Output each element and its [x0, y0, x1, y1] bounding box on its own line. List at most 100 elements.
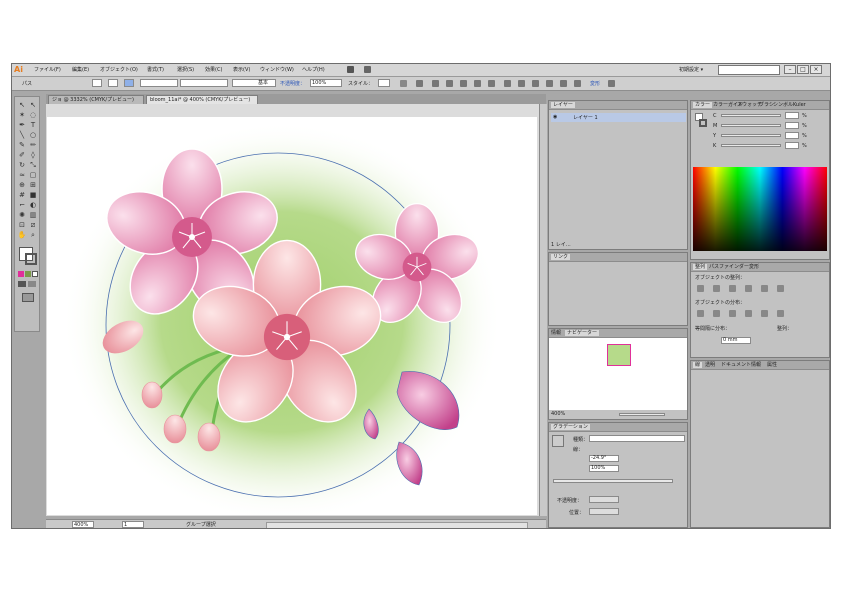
direct-selection-tool-icon[interactable]: ↖ — [28, 101, 38, 110]
bridge-icon[interactable] — [347, 66, 354, 73]
gradient-angle-field[interactable]: -24.9° — [589, 455, 619, 462]
channel-c-field[interactable] — [785, 112, 799, 119]
none-mode-icon[interactable] — [32, 271, 38, 277]
color-mode-icon[interactable] — [18, 271, 24, 277]
align-bottom-icon[interactable] — [488, 80, 495, 87]
gradient-tool-icon[interactable]: ■ — [28, 191, 38, 200]
eyedropper-icon[interactable]: ⌐ — [17, 201, 27, 210]
line-tool-icon[interactable]: ╲ — [17, 131, 27, 140]
color-stroke-icon[interactable] — [699, 119, 707, 127]
menu-file[interactable]: ファイル(F) — [34, 66, 61, 74]
tab-document-info[interactable]: ドキュメント情報 — [721, 362, 761, 368]
distribute-right-button-icon[interactable] — [777, 310, 784, 317]
scale-tool-icon[interactable]: ⤡ — [28, 161, 38, 170]
navigator-thumbnail[interactable] — [607, 344, 631, 366]
align-right-icon[interactable] — [446, 80, 453, 87]
tab-transform[interactable]: 変形 — [749, 264, 759, 270]
channel-m-field[interactable] — [785, 122, 799, 129]
menu-select[interactable]: 選択(S) — [177, 66, 194, 74]
distribute-vcenter-button-icon[interactable] — [713, 310, 720, 317]
distribute-right-icon[interactable] — [574, 80, 581, 87]
draw-normal-icon[interactable] — [18, 281, 26, 287]
menu-edit[interactable]: 編集(E) — [72, 66, 89, 74]
distribute-left-icon[interactable] — [546, 80, 553, 87]
channel-c-slider[interactable] — [721, 114, 781, 117]
layer-name[interactable]: レイヤー 1 — [573, 114, 598, 121]
align-top-icon[interactable] — [460, 80, 467, 87]
opacity-field[interactable]: 100% — [310, 79, 342, 87]
channel-y-field[interactable] — [785, 132, 799, 139]
canvas-horizontal-scrollbar[interactable] — [266, 522, 528, 528]
gradient-swatch[interactable] — [552, 435, 564, 447]
menu-view[interactable]: 表示(V) — [233, 66, 250, 74]
artboard[interactable] — [47, 117, 537, 516]
canvas-vertical-scrollbar[interactable] — [539, 104, 547, 516]
isolate-icon[interactable] — [608, 80, 615, 87]
align-center-icon[interactable] — [432, 80, 439, 87]
visibility-eye-icon[interactable]: ◉ — [553, 114, 557, 120]
stroke-weight-icon[interactable] — [124, 79, 134, 87]
menu-help[interactable]: ヘルプ(H) — [302, 66, 325, 74]
type-tool-icon[interactable]: T — [28, 121, 38, 130]
lasso-icon[interactable]: ◌ — [28, 111, 38, 120]
navigator-preview[interactable] — [549, 338, 687, 410]
ellipse-tool-icon[interactable]: ○ — [28, 131, 38, 140]
align-left-button-icon[interactable] — [697, 285, 704, 292]
align-bottom-button-icon[interactable] — [777, 285, 784, 292]
menu-effect[interactable]: 効果(C) — [205, 66, 222, 74]
tab-navigator[interactable]: ナビゲーター — [565, 330, 600, 336]
shape-builder-icon[interactable]: ⊕ — [17, 181, 27, 190]
stroke-weight-field[interactable] — [140, 79, 178, 87]
align-vcenter-button-icon[interactable] — [761, 285, 768, 292]
align-right-button-icon[interactable] — [729, 285, 736, 292]
tab-links[interactable]: リンク — [551, 254, 571, 260]
tab-symbols[interactable]: シンボル — [773, 102, 793, 108]
distribute-bottom-button-icon[interactable] — [729, 310, 736, 317]
navigator-zoom[interactable]: 400% — [551, 411, 565, 417]
workspace-switcher[interactable]: 初期設定 ▾ — [679, 66, 703, 73]
fill-swatch[interactable] — [92, 79, 102, 87]
spacing-field[interactable]: 0 mm — [721, 337, 751, 344]
gradient-location-field[interactable] — [589, 508, 619, 515]
channel-m-slider[interactable] — [721, 124, 781, 127]
distribute-center-icon[interactable] — [560, 80, 567, 87]
search-input[interactable] — [718, 65, 780, 75]
maximize-button[interactable]: □ — [797, 65, 809, 74]
align-hcenter-button-icon[interactable] — [713, 285, 720, 292]
blob-brush-icon[interactable]: ✐ — [17, 151, 27, 160]
align-left-icon[interactable] — [416, 80, 423, 87]
channel-k-field[interactable] — [785, 142, 799, 149]
gradient-opacity-field[interactable] — [589, 496, 619, 503]
recolor-icon[interactable] — [400, 80, 407, 87]
tab-color[interactable]: カラー — [693, 102, 713, 108]
menu-type[interactable]: 書式(T) — [147, 66, 164, 74]
canvas-area[interactable] — [46, 104, 539, 516]
mesh-tool-icon[interactable]: # — [17, 191, 27, 200]
selection-tool-icon[interactable]: ↖ — [17, 101, 27, 110]
zoom-field[interactable]: 400% — [72, 521, 94, 528]
distribute-middle-icon[interactable] — [518, 80, 525, 87]
layer-row[interactable]: ◉ レイヤー 1 — [551, 113, 686, 122]
align-middle-icon[interactable] — [474, 80, 481, 87]
navigator-zoom-slider[interactable] — [619, 413, 665, 416]
brush-definition-select[interactable]: 基本 — [232, 79, 276, 87]
hand-tool-icon[interactable]: ✋ — [17, 231, 27, 240]
gradient-slider[interactable] — [553, 479, 673, 483]
style-select[interactable] — [378, 79, 390, 87]
perspective-grid-icon[interactable]: ⊞ — [28, 181, 38, 190]
distribute-left-button-icon[interactable] — [745, 310, 752, 317]
tab-attributes[interactable]: 属性 — [767, 362, 777, 368]
artboard-tool-icon[interactable]: ⊡ — [17, 221, 27, 230]
tab-info[interactable]: 情報 — [551, 330, 561, 336]
minimize-button[interactable]: – — [784, 65, 796, 74]
brush-tool-icon[interactable]: ✎ — [17, 141, 27, 150]
tab-pathfinder[interactable]: パスファインダー — [709, 264, 749, 270]
distribute-hcenter-button-icon[interactable] — [761, 310, 768, 317]
tab-stroke[interactable]: 線 — [693, 362, 703, 368]
pen-tool-icon[interactable]: ✒ — [17, 121, 27, 130]
tab-gradient[interactable]: グラデーション — [551, 424, 590, 430]
distribute-top-icon[interactable] — [504, 80, 511, 87]
blend-tool-icon[interactable]: ◐ — [28, 201, 38, 210]
tab-brushes[interactable]: ブラシ — [759, 102, 774, 108]
artwork[interactable] — [47, 117, 537, 516]
